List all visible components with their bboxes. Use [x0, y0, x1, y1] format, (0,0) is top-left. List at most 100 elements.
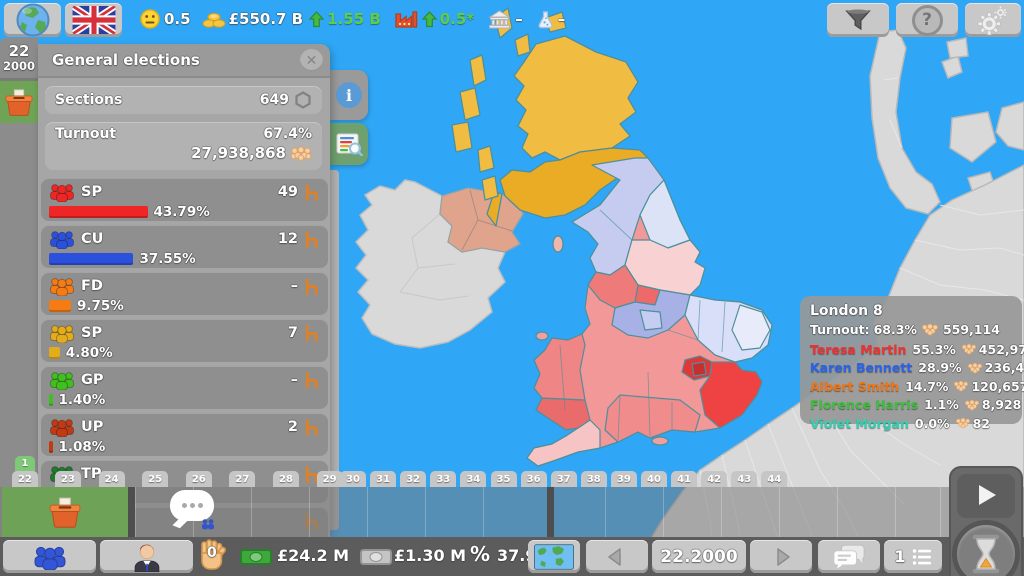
party-share: 1.08%	[59, 439, 106, 455]
settings-button[interactable]	[965, 3, 1021, 37]
time-control	[949, 466, 1023, 576]
timeline-year-tab[interactable]: 44	[761, 471, 787, 487]
timeline-year-tab[interactable]: 29	[317, 471, 343, 487]
politician-avatar	[131, 541, 163, 572]
party-seats: –	[291, 278, 298, 294]
seat-chair-icon	[303, 372, 320, 389]
world-map-button[interactable]	[528, 540, 580, 573]
turnout-percent: 67.4%	[263, 126, 312, 142]
timeline-year-tab[interactable]: 37	[551, 471, 577, 487]
election-event-cell[interactable]	[0, 81, 38, 123]
date-back-button[interactable]	[586, 540, 648, 573]
timeline-year-tab[interactable]: 35	[491, 471, 517, 487]
candidate-name: Karen Bennett	[810, 360, 912, 375]
timeline-year-tab[interactable]: 36	[521, 471, 547, 487]
party-share: 37.55%	[139, 251, 195, 267]
play-button[interactable]	[957, 474, 1015, 518]
calendar-year: 2000	[3, 60, 35, 72]
candidate-votes: 120,657	[971, 379, 1024, 394]
party-row[interactable]: CU 12 37.55%	[41, 225, 328, 268]
timeline-cell-divider	[251, 487, 252, 537]
timeline-year-tab[interactable]: 43	[731, 471, 757, 487]
game-screen: { "top_bar": { "happiness": "0.5", "trea…	[0, 0, 1024, 576]
messages-button[interactable]	[818, 540, 880, 573]
timeline-year-tab[interactable]: 23	[55, 471, 81, 487]
treasury-up-icon	[309, 11, 324, 28]
timeline-cell-divider	[895, 487, 896, 537]
turnout-label: Turnout	[55, 126, 116, 142]
politician-button[interactable]	[100, 540, 193, 573]
candidate-votes: 8,928	[982, 397, 1022, 412]
timeline-year-tab[interactable]: 38	[581, 471, 607, 487]
hourglass-button[interactable]	[952, 520, 1020, 576]
party-row[interactable]: SP 49 43.79%	[41, 178, 328, 221]
bank-value: –	[515, 10, 523, 28]
party-seats: 2	[288, 419, 298, 435]
tab-info[interactable]: i	[330, 70, 368, 120]
science-value: –	[558, 10, 566, 28]
timeline-year-tab[interactable]: 31	[370, 471, 396, 487]
candidate-name: Albert Smith	[810, 379, 899, 394]
candidate-percent: 55.3%	[912, 342, 955, 357]
party-people-icon	[49, 276, 75, 296]
party-row[interactable]: GP – 1.40%	[41, 366, 328, 409]
world-button[interactable]	[4, 3, 61, 37]
timeline-event-badge: 1	[15, 456, 35, 471]
timeline-year-tab[interactable]: 28	[273, 471, 299, 487]
timeline-year-tab[interactable]: 25	[142, 471, 168, 487]
income-bill-icon	[360, 547, 392, 567]
party-row[interactable]: FD – 9.75%	[41, 272, 328, 315]
cash-bill-icon	[240, 547, 272, 567]
timeline-year-tab[interactable]: 33	[430, 471, 456, 487]
party-share-bar	[49, 253, 133, 265]
crowd-icon	[290, 146, 312, 161]
timeline-years: 23 24 25 26 27 28 293031323334 3536373839404142…	[0, 471, 1024, 487]
timeline-year-tab[interactable]: 27	[229, 471, 255, 487]
seat-chair-icon	[303, 184, 320, 201]
timeline-year-tab[interactable]: 39	[611, 471, 637, 487]
globe-icon	[14, 1, 52, 39]
close-icon[interactable]: ✕	[300, 49, 323, 72]
party-share-bar	[49, 394, 53, 406]
people-icon	[29, 544, 71, 570]
results-chart-icon	[336, 133, 363, 156]
sections-label: Sections	[55, 92, 122, 108]
timeline-strip[interactable]	[0, 487, 1024, 537]
timeline-year-tab[interactable]: 26	[186, 471, 212, 487]
timeline-year-tab[interactable]: 34	[460, 471, 486, 487]
timeline-election-cell[interactable]	[2, 487, 128, 537]
science-flask-icon	[537, 10, 554, 29]
list-icon	[912, 548, 932, 566]
timeline-event-marker[interactable]	[170, 490, 216, 532]
timeline-year-tab[interactable]: 32	[400, 471, 426, 487]
timeline-year-tab[interactable]: 40	[641, 471, 667, 487]
timeline-cell-divider	[837, 487, 838, 537]
party-people-icon	[49, 323, 75, 343]
date-forward-button[interactable]	[750, 540, 812, 573]
happiness-value: 0.5	[164, 10, 191, 28]
play-icon	[979, 485, 996, 505]
timeline-cell-divider	[309, 487, 310, 537]
timeline-year-tab[interactable]: 24	[99, 471, 125, 487]
help-button[interactable]: ?	[896, 3, 958, 37]
calendar-badge[interactable]: 22 2000	[0, 38, 38, 81]
treasury-growth: 1.55 B	[327, 10, 381, 28]
candidate-votes: 452,974	[979, 342, 1024, 357]
timeline-cell-divider	[135, 487, 136, 537]
candidate-row: Violet Morgan 0.0% 82	[810, 414, 1012, 433]
tab-results-analysis[interactable]	[330, 123, 368, 165]
seat-chair-icon	[303, 278, 320, 295]
party-row[interactable]: SP 7 4.80%	[41, 319, 328, 362]
filter-button[interactable]	[827, 3, 889, 37]
sections-value: 649	[260, 92, 289, 108]
notifications-button[interactable]: 1	[884, 540, 942, 573]
candidate-percent: 0.0%	[915, 416, 950, 431]
party-row[interactable]: UP 2 1.08%	[41, 413, 328, 456]
timeline-year-tab[interactable]: 30	[340, 471, 366, 487]
parties-button[interactable]	[3, 540, 96, 573]
industry-up-icon	[422, 11, 437, 28]
timeline-year-tab[interactable]: 41	[671, 471, 697, 487]
country-flag-button[interactable]	[65, 3, 122, 37]
tooltip-turnout-percent: 68.3%	[874, 322, 917, 337]
timeline-year-tab[interactable]: 42	[701, 471, 727, 487]
